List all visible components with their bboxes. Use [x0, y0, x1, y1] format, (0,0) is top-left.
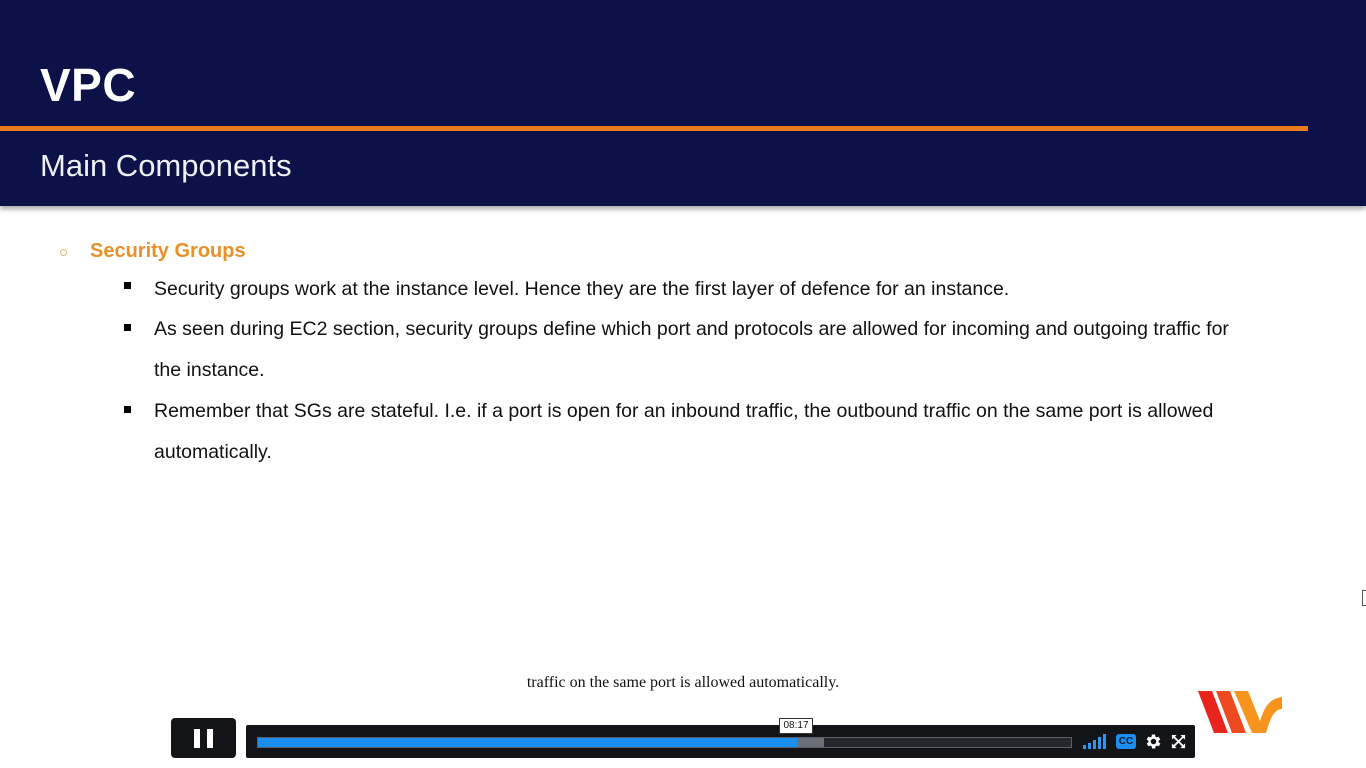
progress-bar[interactable] [257, 737, 1072, 748]
slide-header: VPC Main Components [0, 0, 1366, 206]
progress-played [258, 738, 798, 747]
slide-subtitle: Main Components [40, 148, 292, 183]
pause-button[interactable] [171, 718, 236, 758]
time-tooltip: 08:17 [779, 718, 813, 734]
list-item-text: Security groups work at the instance lev… [154, 278, 1010, 300]
list-item-text: Remember that SGs are stateful. I.e. if … [154, 400, 1214, 463]
slide-title: VPC [40, 59, 137, 111]
hollow-circle-bullet: ○ [59, 244, 69, 261]
caption-text: traffic on the same port is allowed auto… [526, 674, 840, 691]
gear-icon[interactable] [1144, 732, 1163, 751]
volume-bars-icon[interactable] [1083, 734, 1107, 749]
square-bullet-icon [124, 282, 131, 289]
video-player-stage: VPC Main Components ○ Security Groups Se… [0, 0, 1366, 768]
header-divider [0, 126, 1308, 131]
closed-captions-button[interactable]: CC [1116, 734, 1136, 749]
section-heading: Security Groups [90, 240, 246, 262]
square-bullet-icon [124, 406, 131, 413]
text-cursor-icon [1362, 590, 1366, 606]
control-bar: CC [246, 725, 1195, 758]
list-item-text: As seen during EC2 section, security gro… [154, 318, 1229, 381]
brand-logo [1198, 691, 1282, 733]
square-bullet-icon [124, 324, 131, 331]
expand-icon[interactable] [1171, 734, 1186, 749]
pause-icon [194, 729, 200, 748]
pause-icon-bar [207, 729, 213, 748]
